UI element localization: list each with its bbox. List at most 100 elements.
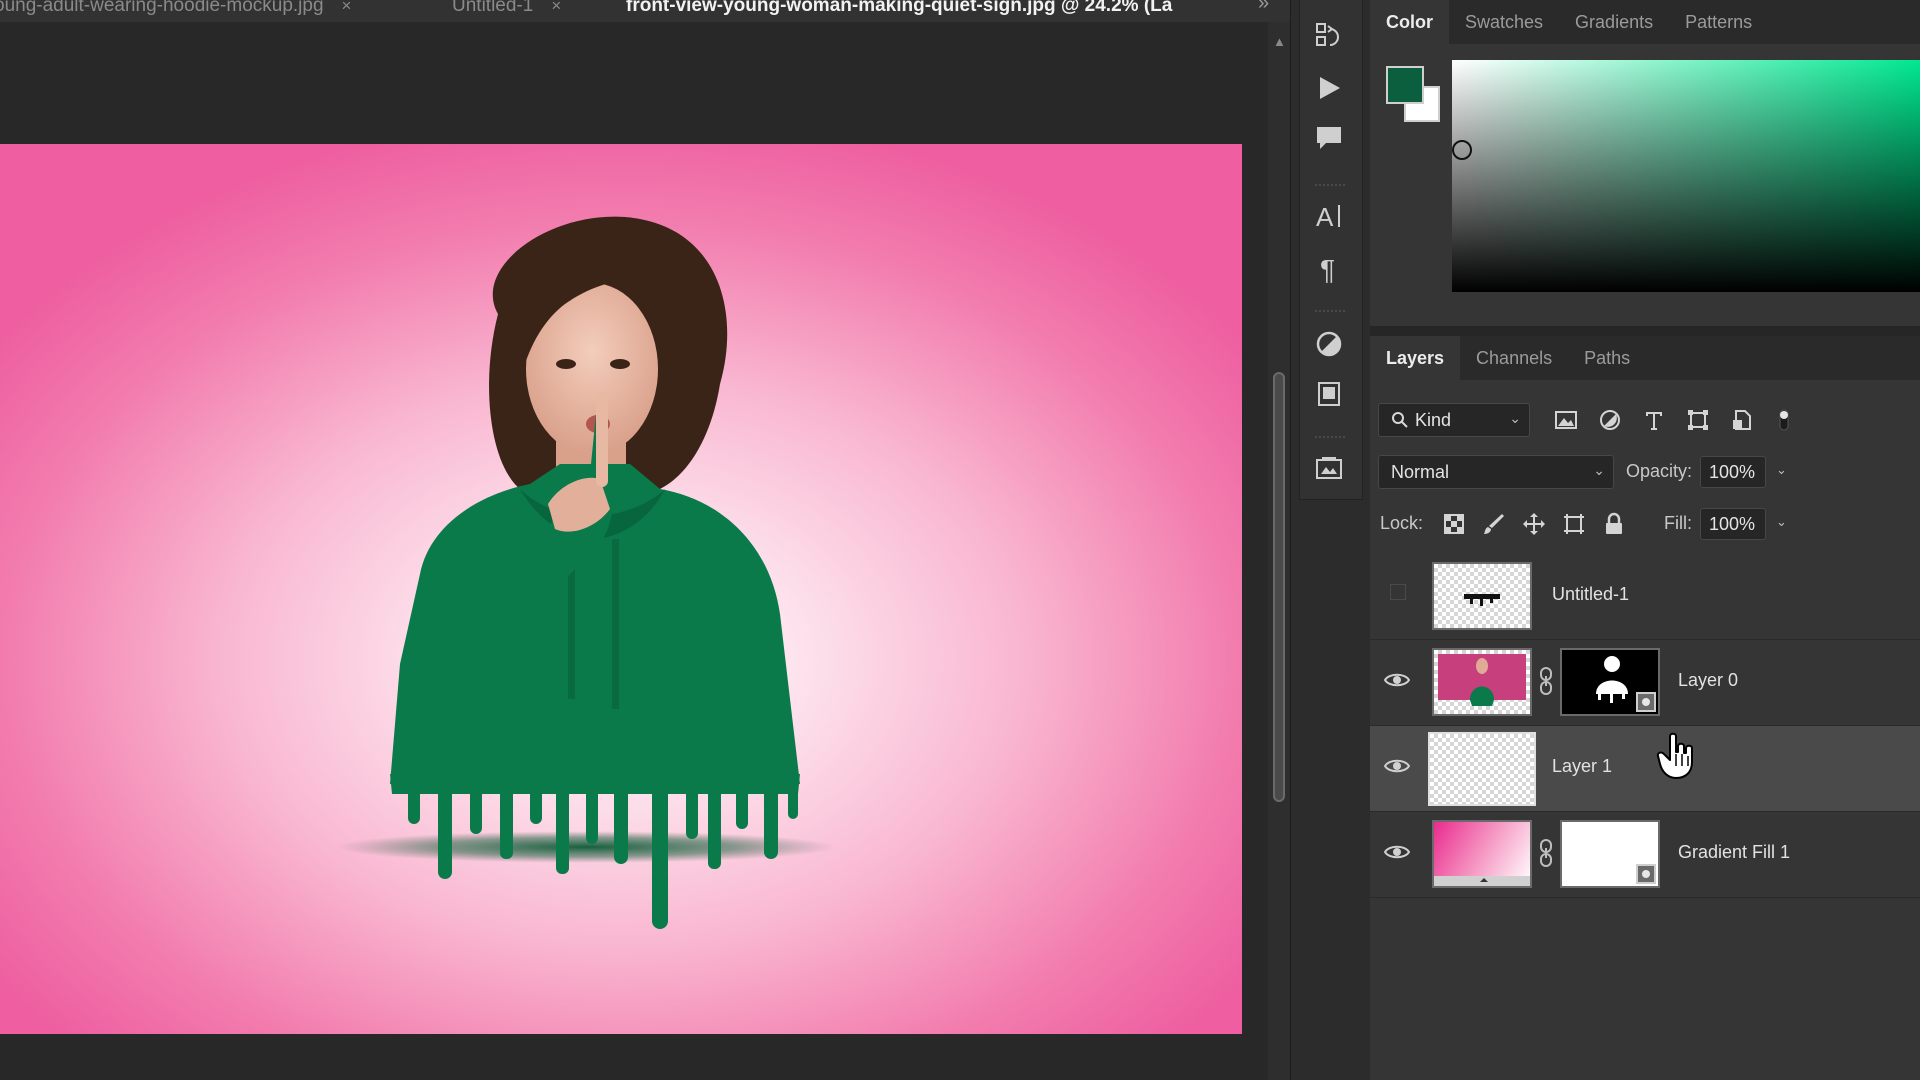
search-icon [1392,412,1408,428]
blend-mode-label: Normal [1391,461,1450,482]
tab-color[interactable]: Color [1370,0,1449,44]
canvas-vertical-scrollbar[interactable]: ▲ [1268,22,1290,1080]
filter-toggle-icon[interactable] [1770,406,1798,434]
close-icon[interactable]: × [551,0,561,16]
paragraph-icon[interactable]: ¶ [1309,248,1349,288]
comment-icon[interactable] [1309,118,1349,158]
gradient-fill-thumbnail[interactable] [1432,820,1532,888]
document-tab-hoodie-mockup[interactable]: oung-adult-wearing-hoodie-mockup.jpg × [0,0,351,20]
document-tab-label: oung-adult-wearing-hoodie-mockup.jpg [0,0,324,16]
eye-icon[interactable] [1383,756,1412,778]
chevron-down-icon: ⌄ [1509,410,1521,426]
filter-type-layers-icon[interactable] [1640,406,1668,434]
layer-row-gradient-fill-1[interactable]: Gradient Fill 1 [1370,812,1920,898]
tab-layers[interactable]: Layers [1370,336,1461,380]
layer-mask-thumbnail[interactable] [1560,820,1660,888]
libraries-icon[interactable] [1309,448,1349,488]
opacity-input[interactable]: 100% [1700,456,1766,488]
layer-filter-row: Kind ⌄ [1370,398,1920,442]
gradient-thumbnail-bar [1434,876,1530,886]
tab-gradients[interactable]: Gradients [1559,0,1669,44]
filter-adjustment-layers-icon[interactable] [1596,406,1624,434]
document-tab-bar: oung-adult-wearing-hoodie-mockup.jpg × U… [0,0,1290,22]
layer-thumbnail[interactable] [1432,562,1532,630]
visibility-toggle-off[interactable] [1390,584,1406,600]
lock-image-pixels-icon[interactable] [1480,510,1508,538]
fill-input[interactable]: 100% [1700,508,1766,540]
eye-right [610,359,630,369]
color-picker-handle[interactable] [1452,140,1472,160]
tool-separator [1315,184,1345,186]
layer-name[interactable]: Untitled-1 [1552,584,1629,605]
document-tab-label: Untitled-1 [452,0,534,16]
fill-slider-chevron-icon[interactable]: ⌄ [1776,514,1787,530]
opacity-label: Opacity: [1626,461,1693,481]
lock-all-icon[interactable] [1600,510,1628,538]
blend-mode-dropdown[interactable]: Normal ⌄ [1378,455,1614,489]
lock-transparent-pixels-icon[interactable] [1440,510,1468,538]
tab-patterns[interactable]: Patterns [1669,0,1768,44]
tab-channels[interactable]: Channels [1460,336,1568,380]
layer-row-layer-1[interactable]: Layer 1 [1370,726,1920,812]
history-icon[interactable] [1309,16,1349,56]
drawstring-right [612,539,619,709]
layer-thumbnail[interactable] [1428,732,1536,806]
canvas-area[interactable] [0,22,1268,1080]
smart-filter-badge-icon [1636,864,1656,884]
tab-paths[interactable]: Paths [1568,336,1646,380]
lock-artboard-icon[interactable] [1560,510,1588,538]
layer-name[interactable]: Layer 0 [1678,670,1738,691]
panel-icon-strip: A ¶ [1290,0,1370,1080]
svg-text:A: A [1316,202,1334,231]
eye-icon[interactable] [1383,842,1412,864]
fill-label: Fill: [1664,513,1692,533]
link-icon[interactable] [1538,838,1554,868]
hand-cursor-icon [1656,732,1693,779]
layer-name[interactable]: Gradient Fill 1 [1678,842,1790,863]
svg-text:¶: ¶ [1320,254,1335,283]
eye-icon[interactable] [1383,670,1412,692]
color-panel-tabs: Color Swatches Gradients Patterns [1370,0,1920,44]
document-tab-label: front-view-young-woman-making-quiet-sign… [626,0,1173,16]
layers-panel-tabs: Layers Channels Paths [1370,336,1920,380]
filter-smart-objects-icon[interactable] [1728,406,1756,434]
finger [596,392,608,487]
tab-swatches[interactable]: Swatches [1449,0,1559,44]
tool-separator [1315,436,1345,438]
smart-filter-badge-icon [1636,692,1656,712]
document-tab-untitled-1[interactable]: Untitled-1 × [452,0,561,20]
layer-row-layer-0[interactable]: Layer 0 [1370,640,1920,726]
character-icon[interactable]: A [1309,196,1349,236]
filter-pixel-layers-icon[interactable] [1552,406,1580,434]
play-icon[interactable] [1309,68,1349,108]
layer-row-untitled-1[interactable]: Untitled-1 [1370,554,1920,640]
filter-shape-layers-icon[interactable] [1684,406,1712,434]
layer-thumbnail[interactable] [1432,648,1532,716]
tab-overflow-icon[interactable]: » [1258,0,1269,15]
canvas-artwork [336,216,836,929]
lock-label: Lock: [1380,513,1424,533]
lock-fill-row: Lock: Fill: 100% ⌄ [1370,502,1920,546]
drip-thumbnail-art [1464,594,1500,606]
photoshop-window: oung-adult-wearing-hoodie-mockup.jpg × U… [0,0,1920,1080]
right-panel-dock: Color Swatches Gradients Patterns Layers… [1370,0,1920,1080]
color-panel [1370,44,1920,326]
layer-mask-thumbnail[interactable] [1560,648,1660,716]
scroll-up-arrow-icon[interactable]: ▲ [1273,34,1286,49]
opacity-slider-chevron-icon[interactable]: ⌄ [1776,462,1787,478]
document-tab-active[interactable]: front-view-young-woman-making-quiet-sign… [626,0,1172,20]
scrollbar-thumb[interactable] [1273,372,1285,802]
properties-icon[interactable] [1309,374,1349,414]
foreground-color-swatch[interactable] [1386,66,1424,104]
layer-filter-kind-dropdown[interactable]: Kind ⌄ [1378,403,1530,437]
document-canvas[interactable] [0,144,1242,1034]
adjustments-icon[interactable] [1309,324,1349,364]
layer-name[interactable]: Layer 1 [1552,756,1612,777]
blend-opacity-row: Normal ⌄ Opacity: 100% ⌄ [1370,450,1920,494]
link-icon[interactable] [1538,666,1554,696]
eye-left [556,359,576,369]
color-field[interactable] [1452,60,1920,292]
filter-kind-label: Kind [1415,409,1452,430]
close-icon[interactable]: × [342,0,352,16]
lock-position-icon[interactable] [1520,510,1548,538]
